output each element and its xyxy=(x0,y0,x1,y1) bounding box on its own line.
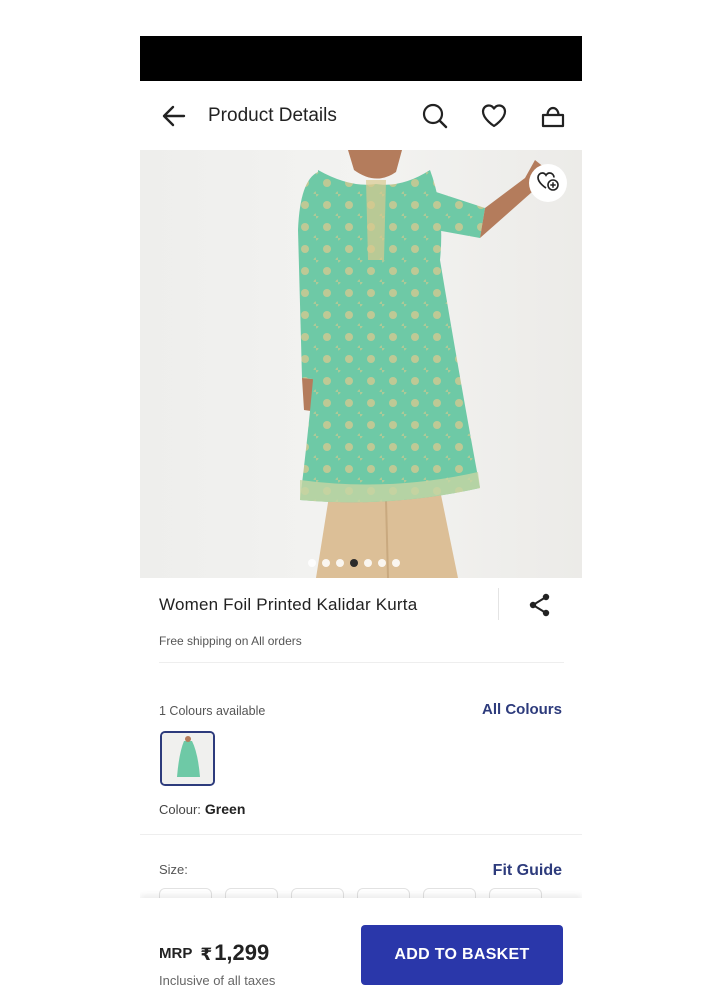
all-colours-link[interactable]: All Colours xyxy=(482,701,562,718)
divider xyxy=(159,662,564,663)
carousel-dot-active[interactable] xyxy=(350,559,358,567)
status-bar xyxy=(140,36,582,81)
colour-label: Colour: xyxy=(159,802,201,817)
colour-swatch-green[interactable] xyxy=(160,731,215,786)
swatch-thumbnail xyxy=(162,733,213,784)
product-image-carousel[interactable] xyxy=(140,150,582,578)
heart-icon[interactable] xyxy=(480,102,508,130)
size-label: Size: xyxy=(159,862,188,877)
tax-note: Inclusive of all taxes xyxy=(159,973,276,988)
add-to-wishlist-button[interactable] xyxy=(529,164,567,202)
add-to-basket-button[interactable]: ADD TO BASKET xyxy=(361,925,563,985)
product-photo xyxy=(298,150,545,578)
app-frame: Product Details Women Foil Printed Kalid… xyxy=(140,36,582,1000)
page-title: Product Details xyxy=(208,105,337,126)
mrp-label: MRP xyxy=(159,945,193,962)
carousel-dot[interactable] xyxy=(364,559,372,567)
bag-icon[interactable] xyxy=(539,102,567,130)
back-arrow-icon[interactable] xyxy=(160,103,188,129)
colour-value: Green xyxy=(204,801,246,817)
carousel-dot[interactable] xyxy=(336,559,344,567)
carousel-indicator xyxy=(308,559,400,567)
bottom-action-bar: MRP ₹1,299 Inclusive of all taxes ADD TO … xyxy=(140,898,582,1000)
carousel-dot[interactable] xyxy=(308,559,316,567)
divider xyxy=(140,834,582,835)
top-app-bar: Product Details xyxy=(140,81,582,150)
selected-colour: Colour: Green xyxy=(159,801,245,817)
colours-count-label: 1 Colours available xyxy=(159,704,266,718)
price: MRP ₹1,299 xyxy=(159,940,269,966)
fit-guide-link[interactable]: Fit Guide xyxy=(493,862,562,880)
currency-symbol: ₹ xyxy=(200,945,213,964)
price-amount: 1,299 xyxy=(214,940,270,965)
heart-plus-icon xyxy=(535,168,561,199)
product-name: Women Foil Printed Kalidar Kurta xyxy=(159,595,418,614)
shipping-note: Free shipping on All orders xyxy=(159,634,302,648)
carousel-dot[interactable] xyxy=(392,559,400,567)
divider xyxy=(498,588,499,620)
search-icon[interactable] xyxy=(421,102,449,130)
share-icon[interactable] xyxy=(526,591,554,619)
carousel-dot[interactable] xyxy=(322,559,330,567)
carousel-dot[interactable] xyxy=(378,559,386,567)
